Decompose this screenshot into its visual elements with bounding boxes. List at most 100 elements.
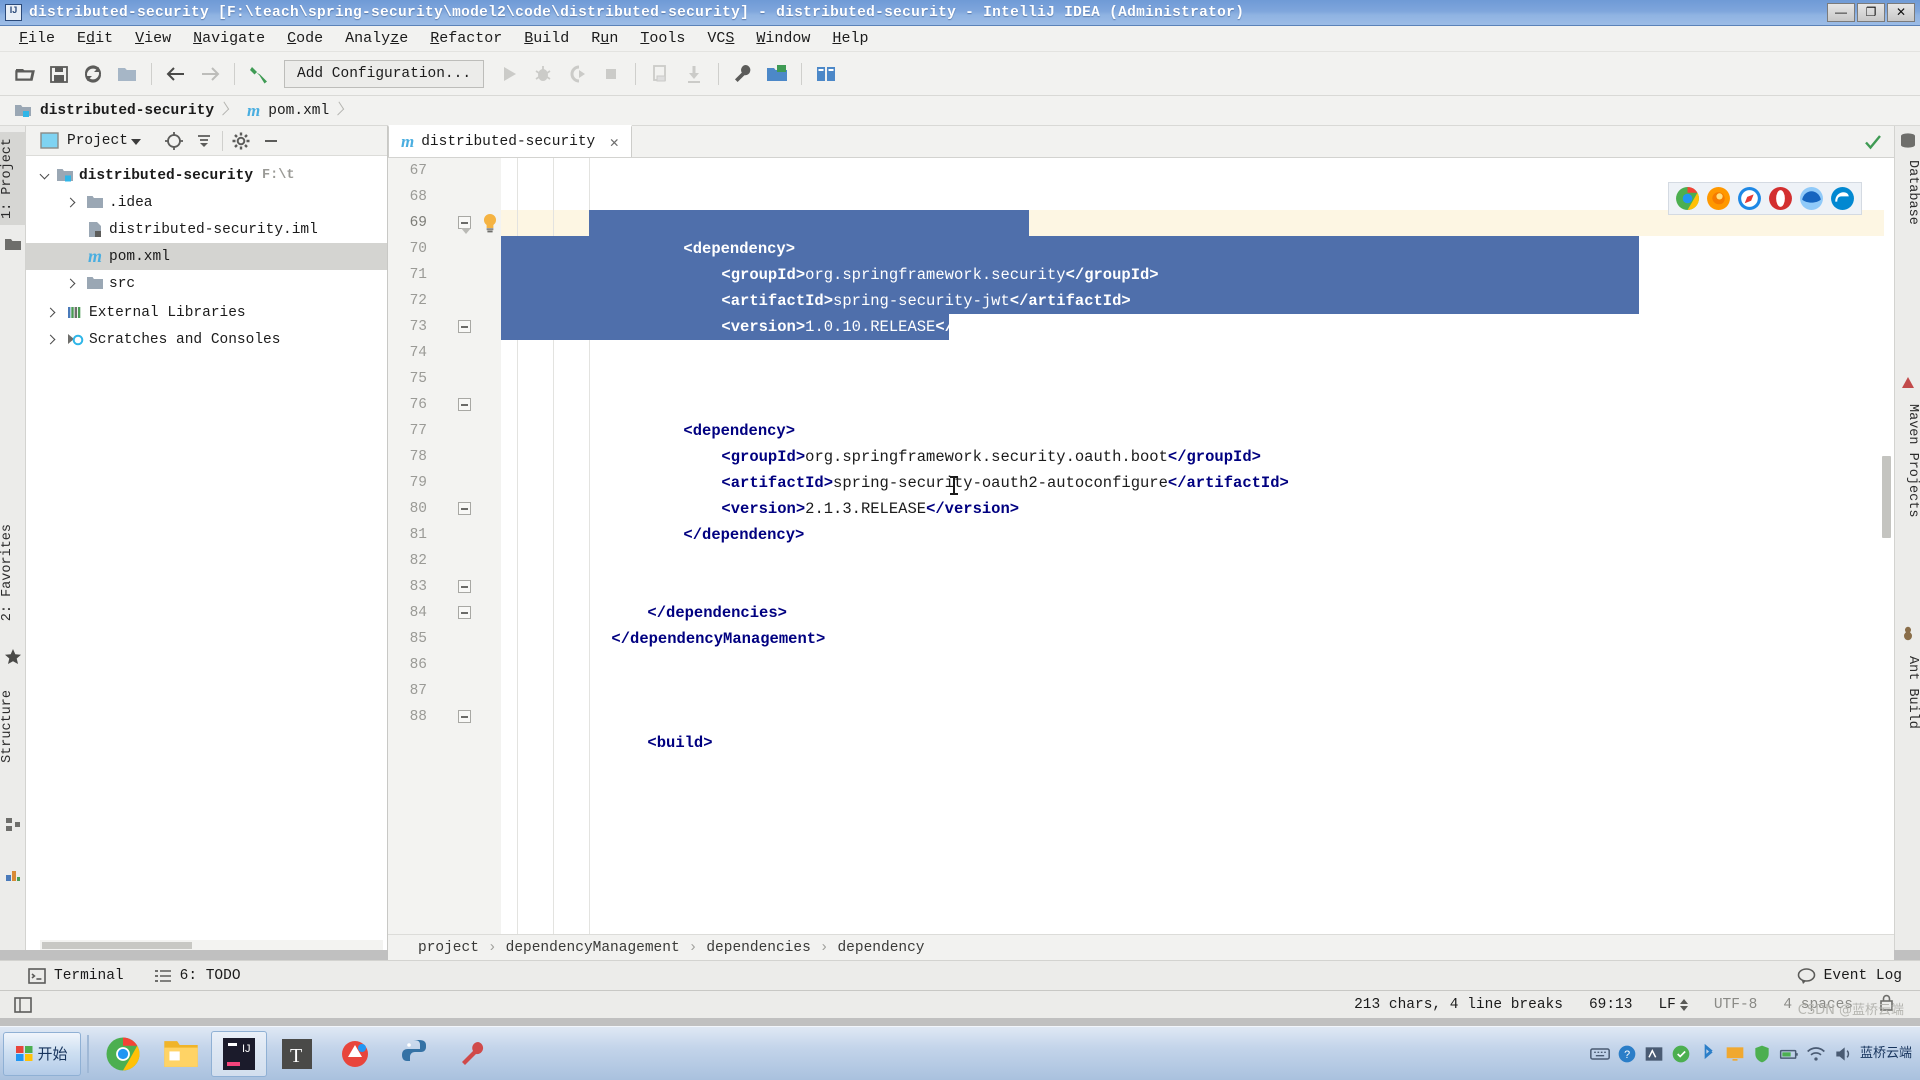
safari-icon[interactable]: [1737, 186, 1762, 211]
run-icon[interactable]: [492, 57, 526, 91]
taskbar-item-chrome[interactable]: [95, 1031, 151, 1077]
editor-layout-icon[interactable]: [14, 996, 32, 1013]
code-fold-marker[interactable]: [458, 580, 471, 593]
menu-code[interactable]: Code: [276, 28, 334, 49]
battery-icon[interactable]: [1779, 1044, 1799, 1064]
menu-build[interactable]: Build: [513, 28, 580, 49]
tree-node-scratches-and-consoles[interactable]: Scratches and Consoles: [26, 326, 387, 353]
project-structure-icon[interactable]: [760, 57, 794, 91]
taskbar-item-python[interactable]: [385, 1031, 441, 1077]
attach-debugger-icon[interactable]: [677, 57, 711, 91]
breadcrumb-file[interactable]: m pom.xml: [233, 96, 333, 126]
sidebar-item-maven-projects[interactable]: Maven Projects: [1894, 398, 1920, 523]
opera-icon[interactable]: [1768, 186, 1793, 211]
taskbar-item-file-explorer[interactable]: [153, 1031, 209, 1077]
scrollbar-thumb[interactable]: [42, 942, 192, 949]
twisty-expanded-icon[interactable]: [34, 169, 54, 179]
navigate-back-icon[interactable]: [159, 57, 193, 91]
taskbar-item-typora[interactable]: T: [269, 1031, 325, 1077]
volume-icon[interactable]: [1833, 1044, 1853, 1064]
code-text-area[interactable]: <dependency> <groupId>org.springframewor…: [501, 158, 1894, 950]
open-project-icon[interactable]: [8, 57, 42, 91]
tree-node-idea[interactable]: .idea: [26, 189, 387, 216]
build-variants-icon[interactable]: [4, 866, 22, 884]
minimize-button[interactable]: —: [1827, 3, 1855, 22]
settings-wrench-icon[interactable]: [726, 57, 760, 91]
collapse-all-icon[interactable]: [189, 126, 219, 156]
menu-refactor[interactable]: Refactor: [419, 28, 513, 49]
sync-refresh-icon[interactable]: [76, 57, 110, 91]
project-tree[interactable]: distributed-security F:\t .idea distribu…: [26, 156, 387, 353]
folder-icon[interactable]: [4, 236, 22, 254]
close-button[interactable]: ✕: [1887, 3, 1915, 22]
project-panel-hscrollbar[interactable]: [40, 940, 383, 950]
code-fold-marker[interactable]: [458, 502, 471, 515]
code-fold-marker[interactable]: [458, 216, 471, 234]
monitor-icon[interactable]: [1725, 1044, 1745, 1064]
twisty-collapsed-icon[interactable]: [34, 307, 56, 318]
network-icon[interactable]: [1806, 1044, 1826, 1064]
sidebar-item-database[interactable]: Database: [1894, 154, 1920, 231]
tree-node-src[interactable]: src: [26, 270, 387, 297]
database-icon[interactable]: [1899, 132, 1917, 150]
editor-vscrollbar-thumb[interactable]: [1882, 456, 1891, 538]
start-button[interactable]: 开始: [3, 1031, 81, 1076]
browser-launcher-bar[interactable]: [1668, 182, 1862, 215]
run-configuration-selector[interactable]: Add Configuration...: [284, 59, 485, 88]
code-fold-marker[interactable]: [458, 320, 471, 333]
database-icon[interactable]: [809, 57, 843, 91]
twisty-collapsed-icon[interactable]: [34, 197, 76, 208]
window-controls[interactable]: — ❐ ✕: [1827, 3, 1915, 22]
app-tray-icon[interactable]: [1671, 1044, 1691, 1064]
help-icon[interactable]: ?: [1617, 1044, 1637, 1064]
maven-icon[interactable]: [1899, 374, 1917, 392]
menu-help[interactable]: Help: [821, 28, 879, 49]
code-editor[interactable]: 67 68 69 70 71 72 73 74 75 76 77 78 79 8…: [388, 158, 1894, 950]
taskbar-item-tool[interactable]: [443, 1031, 499, 1077]
status-encoding[interactable]: UTF-8: [1714, 997, 1758, 1013]
status-line-separator[interactable]: LF: [1658, 997, 1688, 1013]
star-icon[interactable]: [4, 648, 22, 666]
run-with-coverage-icon[interactable]: [560, 57, 594, 91]
bottom-item-terminal[interactable]: Terminal: [28, 968, 124, 984]
debug-icon[interactable]: [526, 57, 560, 91]
intention-bulb-icon[interactable]: [481, 213, 499, 233]
sidebar-item-favorites[interactable]: 2: Favorites: [0, 518, 26, 627]
sidebar-item-ant-build[interactable]: Ant Build: [1894, 650, 1920, 735]
menu-file[interactable]: File: [8, 28, 66, 49]
menu-edit[interactable]: Edit: [66, 28, 124, 49]
build-hammer-icon[interactable]: [242, 57, 276, 91]
folder-icon[interactable]: [110, 57, 144, 91]
taskbar-item-intellij-idea[interactable]: IJ: [211, 1030, 267, 1077]
firefox-icon[interactable]: [1706, 186, 1731, 211]
menu-tools[interactable]: Tools: [629, 28, 696, 49]
code-fold-marker[interactable]: [458, 710, 471, 723]
locate-target-icon[interactable]: [159, 126, 189, 156]
chevron-updown-icon[interactable]: [1679, 998, 1688, 1011]
menu-run[interactable]: Run: [580, 28, 629, 49]
sidebar-item-project[interactable]: 1: Project: [0, 132, 26, 226]
breadcrumb-module[interactable]: distributed-security: [0, 96, 218, 126]
status-caret-position[interactable]: 69:13: [1589, 997, 1633, 1013]
navigate-forward-icon[interactable]: [193, 57, 227, 91]
tree-node-iml-file[interactable]: distributed-security.iml: [26, 216, 387, 243]
close-icon[interactable]: ✕: [607, 133, 621, 152]
bottom-item-event-log[interactable]: Event Log: [1797, 967, 1902, 984]
twisty-collapsed-icon[interactable]: [34, 278, 76, 289]
menu-analyze[interactable]: Analyze: [334, 28, 419, 49]
structure-icon[interactable]: [4, 816, 22, 834]
editor-gutter[interactable]: 67 68 69 70 71 72 73 74 75 76 77 78 79 8…: [388, 158, 501, 950]
menu-view[interactable]: View: [124, 28, 182, 49]
breadcrumb-footer-item-dependency[interactable]: dependency: [837, 940, 924, 956]
explorer-icon[interactable]: [1799, 186, 1824, 211]
breadcrumb-footer-item-dependencies[interactable]: dependencies: [706, 940, 810, 956]
bluetooth-icon[interactable]: [1698, 1043, 1718, 1064]
tree-node-distributed-security[interactable]: distributed-security F:\t: [26, 162, 387, 189]
bottom-item-todo[interactable]: 6: TODO: [154, 968, 241, 984]
settings-gear-icon[interactable]: [226, 126, 256, 156]
save-all-icon[interactable]: [42, 57, 76, 91]
menu-vcs[interactable]: VCS: [696, 28, 745, 49]
menu-window[interactable]: Window: [745, 28, 821, 49]
edge-icon[interactable]: [1830, 186, 1855, 211]
breadcrumb-footer-item-dependencymanagement[interactable]: dependencyManagement: [506, 940, 680, 956]
